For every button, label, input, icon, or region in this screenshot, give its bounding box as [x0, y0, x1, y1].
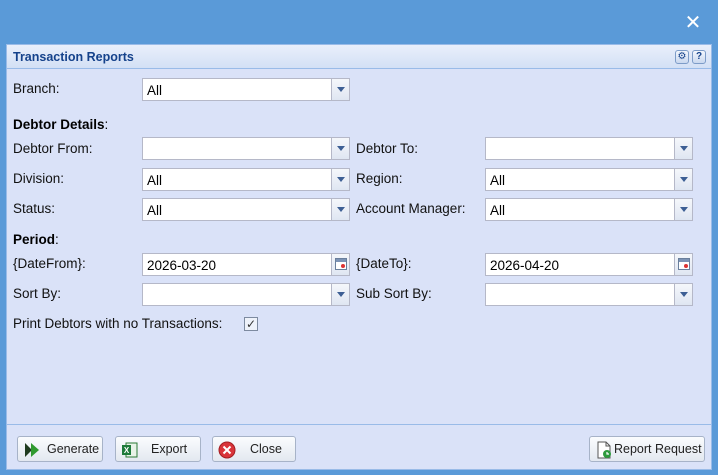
- export-button[interactable]: X Export: [115, 436, 201, 462]
- branch-select[interactable]: All: [142, 78, 350, 101]
- calendar-icon: [678, 258, 690, 270]
- calendar-icon: [335, 258, 347, 270]
- status-label: Status:: [13, 201, 56, 216]
- date-to-field[interactable]: 2026-04-20: [485, 253, 693, 276]
- window-close-icon[interactable]: ✕: [682, 12, 704, 34]
- branch-label: Branch:: [13, 81, 60, 96]
- report-request-icon: [597, 441, 611, 459]
- settings-icon[interactable]: ⚙: [675, 50, 689, 64]
- chevron-down-icon[interactable]: [674, 138, 692, 159]
- date-from-field[interactable]: 2026-03-20: [142, 253, 350, 276]
- debtor-from-select[interactable]: [142, 137, 350, 160]
- calendar-trigger[interactable]: [674, 254, 692, 275]
- date-to-label: {DateTo}:: [356, 256, 412, 271]
- excel-icon: X: [122, 442, 138, 458]
- chevron-down-icon[interactable]: [331, 284, 349, 305]
- calendar-trigger[interactable]: [331, 254, 349, 275]
- close-label: Close: [250, 442, 282, 456]
- chevron-down-icon[interactable]: [331, 79, 349, 100]
- print-no-transactions-checkbox[interactable]: ✓: [244, 317, 258, 331]
- date-to-value: 2026-04-20: [490, 258, 560, 273]
- status-select[interactable]: All: [142, 198, 350, 221]
- division-value: All: [147, 173, 163, 188]
- chevron-down-icon[interactable]: [331, 199, 349, 220]
- print-no-transactions-label: Print Debtors with no Transactions:: [13, 316, 223, 331]
- region-value: All: [490, 173, 506, 188]
- status-value: All: [147, 203, 163, 218]
- debtor-details-heading: Debtor Details:: [13, 117, 109, 132]
- panel-title: Transaction Reports: [13, 50, 134, 64]
- account-manager-select[interactable]: All: [485, 198, 693, 221]
- chevron-down-icon[interactable]: [674, 284, 692, 305]
- chevron-down-icon[interactable]: [674, 169, 692, 190]
- region-select[interactable]: All: [485, 168, 693, 191]
- debtor-to-select[interactable]: [485, 137, 693, 160]
- division-select[interactable]: All: [142, 168, 350, 191]
- chevron-down-icon[interactable]: [331, 138, 349, 159]
- report-request-button[interactable]: Report Request: [589, 436, 705, 462]
- period-heading: Period:: [13, 232, 59, 247]
- help-icon[interactable]: ?: [692, 50, 706, 64]
- sub-sort-by-label: Sub Sort By:: [356, 286, 432, 301]
- chevron-down-icon[interactable]: [331, 169, 349, 190]
- panel-header: Transaction Reports ⚙ ?: [7, 45, 711, 69]
- bottom-toolbar: Generate X Export Close Report Request: [7, 424, 711, 469]
- sort-by-label: Sort By:: [13, 286, 62, 301]
- chevron-down-icon[interactable]: [674, 199, 692, 220]
- division-label: Division:: [13, 171, 65, 186]
- close-button[interactable]: Close: [212, 436, 296, 462]
- date-from-value: 2026-03-20: [147, 258, 217, 273]
- report-request-label: Report Request: [614, 442, 702, 456]
- transaction-reports-panel: Transaction Reports ⚙ ? Branch: All Debt…: [6, 44, 712, 470]
- sort-by-select[interactable]: [142, 283, 350, 306]
- generate-label: Generate: [47, 442, 100, 456]
- sub-sort-by-select[interactable]: [485, 283, 693, 306]
- account-manager-label: Account Manager:: [356, 201, 466, 216]
- cancel-icon: [218, 441, 236, 459]
- debtor-to-label: Debtor To:: [356, 141, 419, 156]
- debtor-from-label: Debtor From:: [13, 141, 93, 156]
- export-label: Export: [151, 442, 188, 456]
- generate-icon: [25, 443, 39, 457]
- svg-text:X: X: [124, 446, 130, 455]
- branch-value: All: [147, 83, 163, 98]
- region-label: Region:: [356, 171, 403, 186]
- generate-button[interactable]: Generate: [17, 436, 103, 462]
- account-manager-value: All: [490, 203, 506, 218]
- date-from-label: {DateFrom}:: [13, 256, 86, 271]
